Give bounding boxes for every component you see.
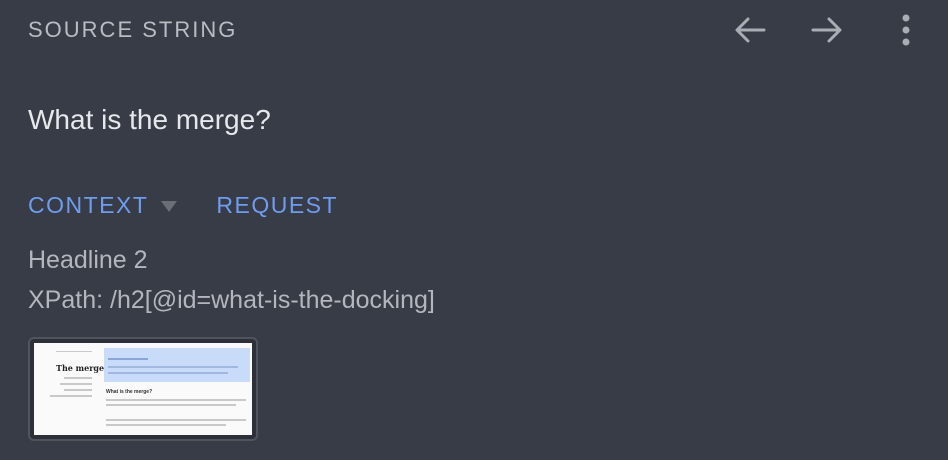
more-vertical-icon xyxy=(900,13,912,47)
tab-context[interactable]: CONTEXT xyxy=(28,192,216,219)
previous-button[interactable] xyxy=(730,10,770,50)
context-tabs: CONTEXT REQUEST xyxy=(28,192,338,219)
arrow-left-icon xyxy=(733,15,767,45)
source-string-text: What is the merge? xyxy=(28,104,271,135)
arrow-right-icon xyxy=(810,15,844,45)
next-button[interactable] xyxy=(807,10,847,50)
panel-title: SOURCE STRING xyxy=(28,17,238,42)
tab-request[interactable]: REQUEST xyxy=(216,192,338,219)
context-element-type: Headline 2 xyxy=(28,246,148,274)
context-screenshot-thumbnail[interactable]: The merge What is the merge? xyxy=(28,337,258,441)
context-xpath: XPath: /h2[@id=what-is-the-docking] xyxy=(28,286,435,314)
tab-context-label: CONTEXT xyxy=(28,192,149,218)
caret-down-icon xyxy=(160,192,178,219)
tab-request-label: REQUEST xyxy=(216,192,339,218)
screenshot-preview: The merge What is the merge? xyxy=(34,343,252,435)
preview-heading: What is the merge? xyxy=(106,389,153,395)
more-options-button[interactable] xyxy=(886,10,926,50)
preview-sidebar-title: The merge xyxy=(56,363,105,373)
preview-banner xyxy=(104,348,250,382)
